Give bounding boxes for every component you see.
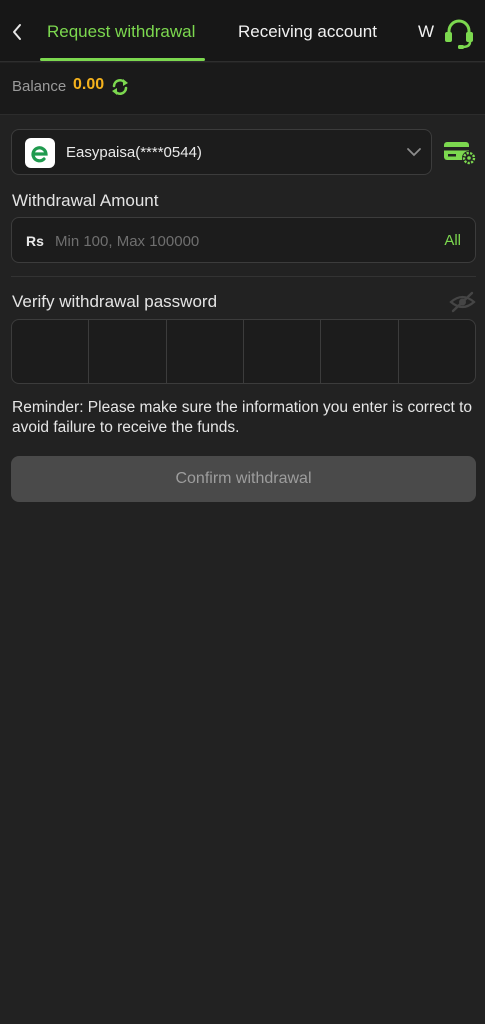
verify-password-label: Verify withdrawal password <box>12 292 218 311</box>
tab-request-withdrawal[interactable]: Request withdrawal <box>47 22 195 42</box>
account-name: Easypaisa(****0544) <box>66 144 202 161</box>
receiving-account-select[interactable]: Easypaisa(****0544) <box>11 129 432 175</box>
pin-digit-box[interactable] <box>12 320 90 383</box>
pin-digit-box[interactable] <box>399 320 475 383</box>
eye-slash-icon[interactable] <box>449 291 476 313</box>
active-tab-indicator <box>40 58 205 61</box>
confirm-withdrawal-button[interactable]: Confirm withdrawal <box>11 456 476 502</box>
reminder-text: Reminder: Please make sure the informati… <box>12 399 473 436</box>
section-divider <box>11 276 476 277</box>
withdrawal-amount-input[interactable] <box>55 226 425 256</box>
balance-label: Balance <box>12 78 67 95</box>
balance-value: 0.00 <box>73 76 105 93</box>
back-arrow-icon[interactable] <box>6 18 28 46</box>
pin-digit-box[interactable] <box>89 320 167 383</box>
amount-input-container: Rs All <box>11 217 476 263</box>
easypaisa-logo <box>25 138 55 168</box>
tab-receiving-account[interactable]: Receiving account <box>238 22 377 42</box>
refresh-icon[interactable] <box>110 77 130 97</box>
card-settings-icon[interactable] <box>443 139 477 167</box>
pin-digit-box[interactable] <box>244 320 322 383</box>
all-amount-button[interactable]: All <box>444 232 461 249</box>
chevron-down-icon <box>405 143 423 161</box>
tab-partial[interactable]: W <box>418 22 434 42</box>
balance-bar: Balance 0.00 <box>0 63 485 115</box>
pin-digit-box[interactable] <box>321 320 399 383</box>
pin-digit-box[interactable] <box>167 320 244 383</box>
customer-service-headset-icon[interactable] <box>440 16 478 50</box>
withdrawal-amount-label: Withdrawal Amount <box>12 191 159 210</box>
withdrawal-password-input[interactable] <box>11 319 476 384</box>
currency-label: Rs <box>26 233 44 249</box>
top-nav-bar: Request withdrawal Receiving account W <box>0 0 485 62</box>
